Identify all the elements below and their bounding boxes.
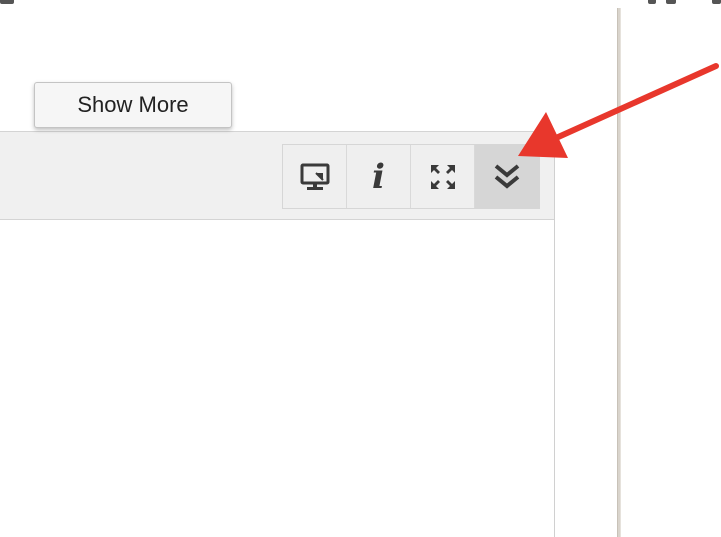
- vertical-splitter[interactable]: [617, 8, 621, 537]
- panel-toolbar: i: [282, 144, 540, 209]
- expand-icon: [428, 162, 458, 192]
- panel-header: i: [0, 131, 554, 220]
- panel-body: [0, 220, 554, 537]
- truncated-text-fragment: [0, 0, 721, 6]
- page: i Show More: [0, 0, 721, 537]
- present-button[interactable]: [283, 145, 347, 208]
- show-more-button[interactable]: [475, 145, 539, 208]
- content-panel: i: [0, 131, 555, 537]
- monitor-icon: [299, 162, 331, 192]
- info-icon: i: [372, 156, 385, 197]
- info-button[interactable]: i: [347, 145, 411, 208]
- chevron-double-down-icon: [493, 162, 521, 192]
- fullscreen-button[interactable]: [411, 145, 475, 208]
- show-more-tooltip: Show More: [34, 82, 232, 128]
